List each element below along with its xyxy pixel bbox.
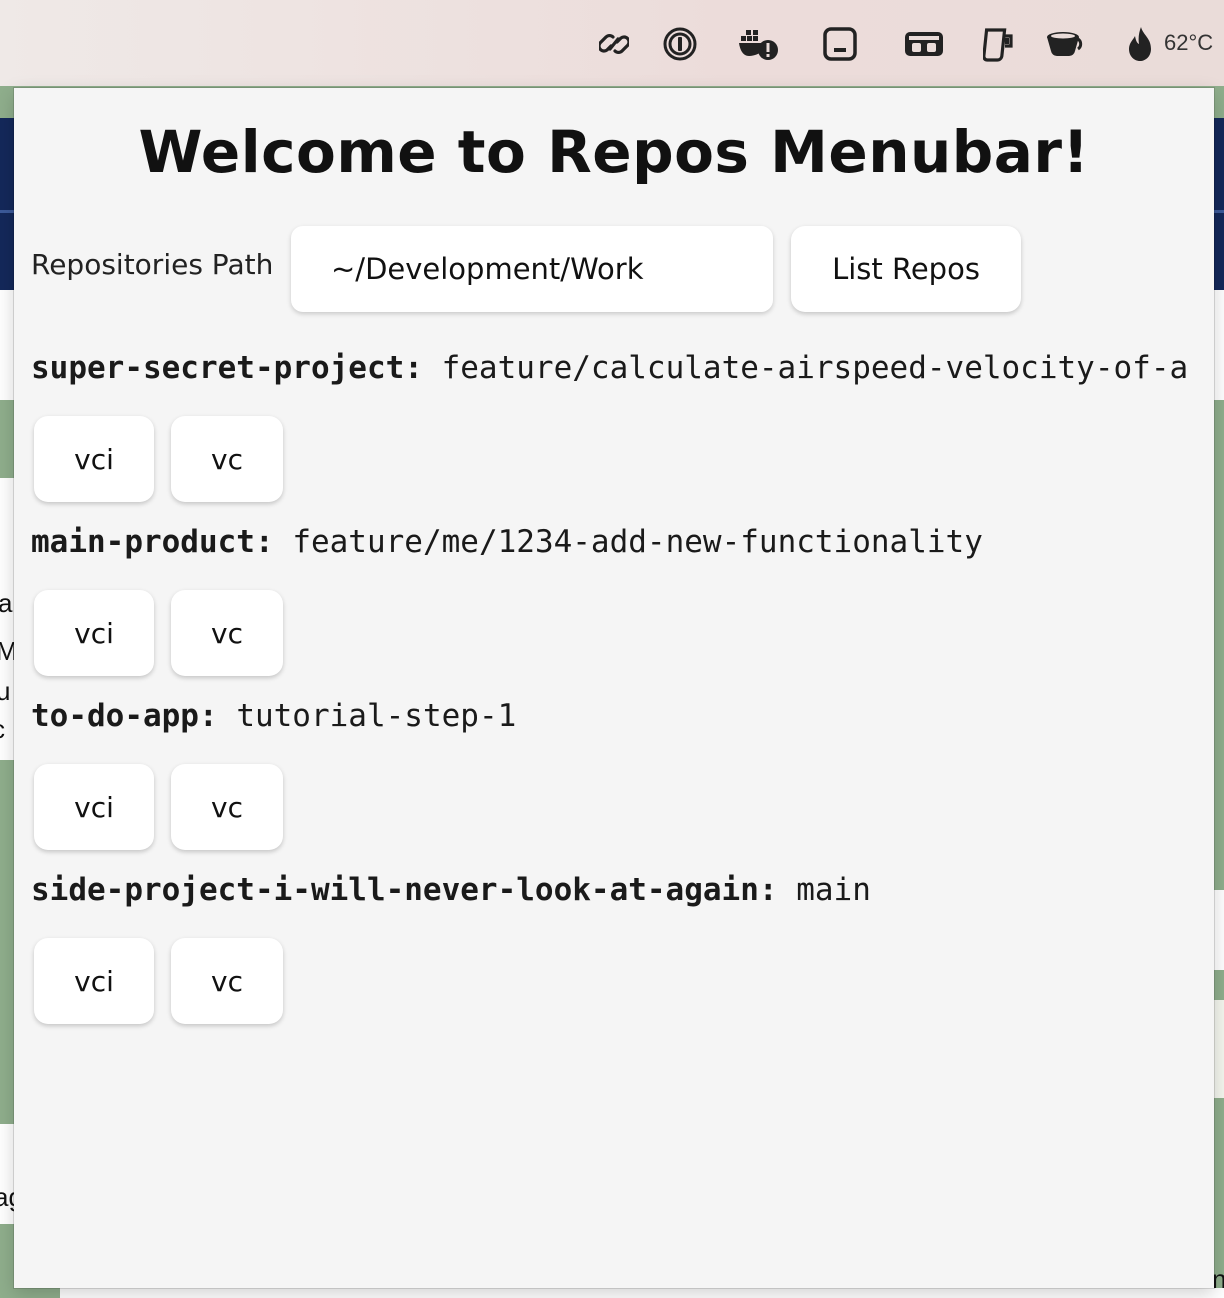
repo-row: to-do-app: tutorial-step-1 — [31, 698, 1214, 734]
cassette-icon[interactable] — [904, 24, 944, 64]
background-app-panel — [60, 1288, 1224, 1298]
repo-branch: tutorial-step-1 — [236, 698, 517, 734]
list-repos-button[interactable]: List Repos — [791, 226, 1021, 312]
repos-menubar-window: Welcome to Repos Menubar! Repositories P… — [14, 88, 1214, 1288]
docker-warning-icon[interactable] — [738, 24, 780, 64]
background-app-panel — [1214, 890, 1224, 970]
vc-button[interactable]: vc — [171, 416, 283, 502]
repo-name: side-project-i-will-never-look-at-again: — [31, 872, 778, 908]
repo-name: main-product: — [31, 524, 274, 560]
vci-button[interactable]: vci — [34, 590, 154, 676]
repo-row: side-project-i-will-never-look-at-again:… — [31, 872, 1214, 908]
repo-branch: feature/me/1234-add-new-functionality — [292, 524, 983, 560]
flame-icon[interactable] — [1126, 24, 1154, 64]
coffee-cup-icon[interactable] — [1044, 24, 1088, 64]
repo-name: to-do-app: — [31, 698, 218, 734]
vc-button[interactable]: vc — [171, 590, 283, 676]
repo-row: super-secret-project: feature/calculate-… — [31, 350, 1214, 386]
display-icon[interactable] — [822, 24, 858, 64]
background-text-fragment: c — [0, 714, 5, 745]
temperature-readout[interactable]: 62°C — [1164, 30, 1213, 56]
vci-button[interactable]: vci — [34, 938, 154, 1024]
background-text-fragment: a — [0, 588, 13, 618]
repo-branch: feature/calculate-airspeed-velocity-of-a — [441, 350, 1189, 386]
vc-button[interactable]: vc — [171, 764, 283, 850]
welcome-title: Welcome to Repos Menubar! — [138, 118, 1090, 186]
menu-bar: 62°C — [0, 0, 1224, 86]
repo-name: super-secret-project: — [31, 350, 423, 386]
vci-button[interactable]: vci — [34, 764, 154, 850]
background-app-panel — [1214, 1000, 1224, 1098]
link-icon[interactable] — [596, 24, 632, 64]
repo-branch: main — [796, 872, 871, 908]
background-text-fragment: u — [0, 676, 11, 706]
repo-row: main-product: feature/me/1234-add-new-fu… — [31, 524, 1214, 560]
vc-button[interactable]: vc — [171, 938, 283, 1024]
repositories-path-label: Repositories Path — [31, 248, 274, 281]
mug-icon[interactable] — [982, 24, 1016, 64]
vci-button[interactable]: vci — [34, 416, 154, 502]
password-manager-icon[interactable] — [662, 24, 698, 64]
repositories-path-input[interactable] — [291, 226, 773, 312]
